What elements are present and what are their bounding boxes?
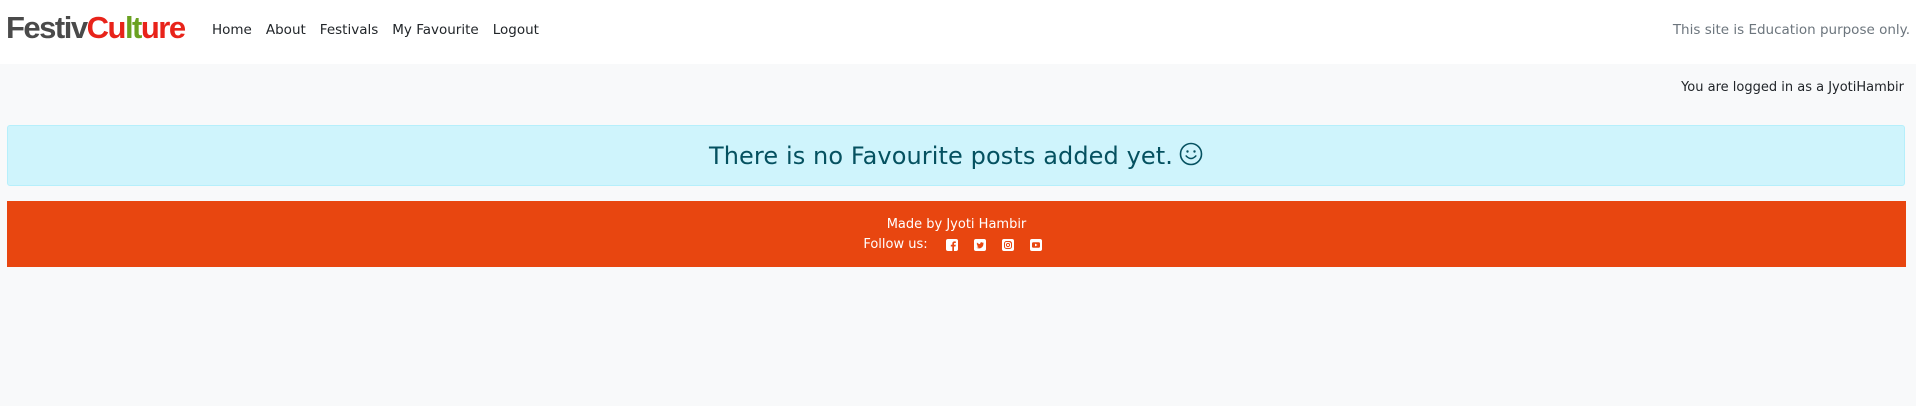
footer-credit: Made by Jyoti Hambir (886, 217, 1027, 232)
nav-disclaimer: This site is Education purpose only. (1672, 22, 1910, 38)
navbar: FestivCulture Home About Festivals My Fa… (0, 0, 1916, 64)
footer-follow: Follow us: (7, 236, 1906, 254)
instagram-icon[interactable] (1001, 239, 1014, 251)
follow-label: Follow us: (863, 237, 928, 252)
brand-logo-part1: Festiv (6, 10, 88, 45)
nav-link-home[interactable]: Home (212, 20, 259, 40)
alert-message: There is no Favourite posts added yet. (708, 141, 1174, 170)
twitter-icon[interactable] (973, 239, 986, 251)
brand-logo-part2b: lt (124, 10, 142, 45)
brand-logo-part2: Culture (86, 10, 187, 45)
youtube-icon[interactable] (1029, 239, 1042, 251)
smiley-icon (1179, 142, 1203, 170)
nav-link-festivals[interactable]: Festivals (313, 20, 385, 40)
login-status: You are logged in as a JyotiHambir (1681, 80, 1904, 95)
facebook-icon[interactable] (945, 239, 958, 251)
empty-favourites-alert: There is no Favourite posts added yet. (7, 125, 1905, 186)
brand-logo-part2a: Cu (86, 10, 127, 45)
nav-link-about[interactable]: About (259, 20, 313, 40)
nav-link-my-favourite[interactable]: My Favourite (385, 20, 485, 40)
brand-logo[interactable]: FestivCulture (6, 10, 187, 46)
brand-logo-part2c: ure (140, 10, 186, 45)
footer: Made by Jyoti Hambir Follow us: (7, 201, 1906, 267)
nav-links: Home About Festivals My Favourite Logout (212, 20, 546, 40)
nav-link-logout[interactable]: Logout (486, 20, 546, 40)
